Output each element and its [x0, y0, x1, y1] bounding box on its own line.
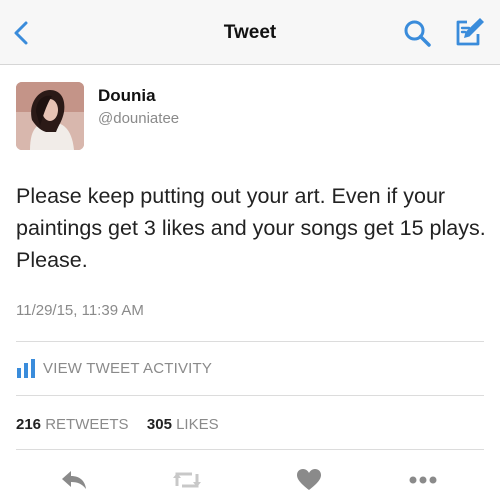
tweet-actions: [0, 462, 500, 496]
likes-count: 305: [146, 416, 172, 433]
compose-icon[interactable]: [452, 16, 486, 48]
avatar[interactable]: [16, 82, 84, 150]
retweet-icon[interactable]: [172, 468, 201, 492]
more-icon[interactable]: [408, 468, 437, 492]
navigation-bar: Tweet: [0, 0, 500, 65]
likes-stat[interactable]: 305 LIKES: [147, 416, 219, 433]
tweet-timestamp: 11/29/15, 11:39 AM: [16, 302, 144, 319]
retweets-stat[interactable]: 216 RETWEETS: [16, 416, 133, 433]
author-handle[interactable]: @douniatee: [98, 110, 179, 127]
retweets-label: RETWEETS: [45, 416, 129, 433]
divider: [16, 341, 484, 342]
reply-icon[interactable]: [60, 468, 88, 492]
view-tweet-activity-label: VIEW TWEET ACTIVITY: [43, 359, 213, 377]
likes-label: LIKES: [176, 416, 219, 433]
divider: [16, 449, 484, 450]
bar-chart-icon: [16, 358, 36, 378]
tweet-text: Please keep putting out your art. Even i…: [16, 184, 486, 272]
tweet-stats: 216 RETWEETS 305 LIKES: [16, 416, 219, 433]
author-name[interactable]: Dounia: [98, 86, 156, 106]
divider: [16, 395, 484, 396]
retweets-count: 216: [16, 416, 42, 433]
view-tweet-activity-button[interactable]: VIEW TWEET ACTIVITY: [16, 356, 212, 380]
like-icon[interactable]: [296, 468, 324, 492]
search-icon[interactable]: [402, 18, 432, 48]
